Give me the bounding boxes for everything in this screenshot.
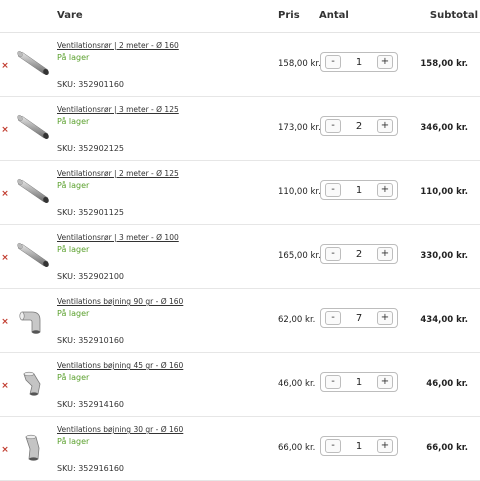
quantity-stepper: - + xyxy=(320,52,398,72)
cart-row: × Ventilationsrør | 3 meter - Ø 125 På l… xyxy=(0,96,480,161)
line-subtotal: 66,00 kr. xyxy=(426,443,468,453)
quantity-increase-button[interactable]: + xyxy=(377,183,393,197)
line-subtotal: 330,00 kr. xyxy=(420,251,468,261)
product-sku: SKU: 352901125 xyxy=(57,208,125,217)
stock-status: På lager xyxy=(57,53,90,62)
remove-item-icon[interactable]: × xyxy=(1,318,9,327)
line-subtotal: 346,00 kr. xyxy=(420,123,468,133)
unit-price: 110,00 kr. xyxy=(278,187,321,197)
unit-price: 46,00 kr. xyxy=(278,379,316,389)
line-subtotal: 434,00 kr. xyxy=(420,315,468,325)
column-header-vare: Vare xyxy=(57,10,83,21)
quantity-decrease-button[interactable]: - xyxy=(325,247,341,261)
product-name-link[interactable]: Ventilationsrør | 3 meter - Ø 100 xyxy=(57,233,179,242)
quantity-increase-button[interactable]: + xyxy=(377,247,393,261)
unit-price: 158,00 kr. xyxy=(278,59,321,69)
quantity-increase-button[interactable]: + xyxy=(377,55,393,69)
quantity-input[interactable] xyxy=(345,119,373,133)
remove-item-icon[interactable]: × xyxy=(1,446,9,455)
stock-status: På lager xyxy=(57,309,90,318)
quantity-increase-button[interactable]: + xyxy=(377,311,393,325)
pipe-icon xyxy=(14,238,50,274)
quantity-input[interactable] xyxy=(345,55,373,69)
line-subtotal: 46,00 kr. xyxy=(426,379,468,389)
quantity-stepper: - + xyxy=(320,180,398,200)
pipe-icon xyxy=(14,110,50,146)
unit-price: 62,00 kr. xyxy=(278,315,316,325)
cart-row: × Ventilationsrør | 2 meter - Ø 125 På l… xyxy=(0,160,480,225)
quantity-stepper: - + xyxy=(320,436,398,456)
elbow-90-icon xyxy=(14,302,50,338)
product-name-link[interactable]: Ventilations bøjning 30 gr - Ø 160 xyxy=(57,425,183,434)
remove-item-icon[interactable]: × xyxy=(1,190,9,199)
quantity-stepper: - + xyxy=(320,308,398,328)
column-header-antal: Antal xyxy=(319,10,349,21)
unit-price: 165,00 kr. xyxy=(278,251,321,261)
elbow-30-icon xyxy=(14,430,50,466)
product-name-link[interactable]: Ventilationsrør | 3 meter - Ø 125 xyxy=(57,105,179,114)
pipe-icon xyxy=(14,46,50,82)
quantity-stepper: - + xyxy=(320,244,398,264)
quantity-increase-button[interactable]: + xyxy=(377,439,393,453)
cart-row: × Ventilationsrør | 3 meter - Ø 100 På l… xyxy=(0,224,480,289)
product-sku: SKU: 352914160 xyxy=(57,400,125,409)
quantity-decrease-button[interactable]: - xyxy=(325,119,341,133)
product-sku: SKU: 352910160 xyxy=(57,336,125,345)
quantity-decrease-button[interactable]: - xyxy=(325,55,341,69)
stock-status: På lager xyxy=(57,181,90,190)
quantity-input[interactable] xyxy=(345,375,373,389)
product-name-link[interactable]: Ventilationsrør | 2 meter - Ø 125 xyxy=(57,169,179,178)
quantity-increase-button[interactable]: + xyxy=(377,119,393,133)
quantity-decrease-button[interactable]: - xyxy=(325,183,341,197)
stock-status: På lager xyxy=(57,373,90,382)
line-subtotal: 110,00 kr. xyxy=(420,187,468,197)
column-header-subtotal: Subtotal xyxy=(429,10,478,21)
quantity-stepper: - + xyxy=(320,116,398,136)
quantity-stepper: - + xyxy=(320,372,398,392)
quantity-increase-button[interactable]: + xyxy=(377,375,393,389)
cart-row: × Ventilationsrør | 2 meter - Ø 160 På l… xyxy=(0,32,480,97)
product-name-link[interactable]: Ventilations bøjning 90 gr - Ø 160 xyxy=(57,297,183,306)
cart-row: × Ventilations bøjning 90 gr - Ø 160 På … xyxy=(0,288,480,353)
remove-item-icon[interactable]: × xyxy=(1,126,9,135)
stock-status: På lager xyxy=(57,117,90,126)
unit-price: 66,00 kr. xyxy=(278,443,316,453)
quantity-input[interactable] xyxy=(345,183,373,197)
quantity-decrease-button[interactable]: - xyxy=(325,439,341,453)
stock-status: På lager xyxy=(57,245,90,254)
product-sku: SKU: 352901160 xyxy=(57,80,125,89)
remove-item-icon[interactable]: × xyxy=(1,62,9,71)
cart-row: × Ventilations bøjning 30 gr - Ø 160 På … xyxy=(0,416,480,481)
product-sku: SKU: 352902125 xyxy=(57,144,125,153)
unit-price: 173,00 kr. xyxy=(278,123,321,133)
stock-status: På lager xyxy=(57,437,90,446)
remove-item-icon[interactable]: × xyxy=(1,254,9,263)
elbow-45-icon xyxy=(14,366,50,402)
cart-table-header: Vare Pris Antal Subtotal xyxy=(0,0,480,33)
quantity-input[interactable] xyxy=(345,439,373,453)
product-sku: SKU: 352916160 xyxy=(57,464,125,473)
quantity-decrease-button[interactable]: - xyxy=(325,375,341,389)
quantity-input[interactable] xyxy=(345,247,373,261)
pipe-icon xyxy=(14,174,50,210)
product-sku: SKU: 352902100 xyxy=(57,272,125,281)
product-name-link[interactable]: Ventilations bøjning 45 gr - Ø 160 xyxy=(57,361,183,370)
line-subtotal: 158,00 kr. xyxy=(420,59,468,69)
remove-item-icon[interactable]: × xyxy=(1,382,9,391)
column-header-pris: Pris xyxy=(278,10,300,21)
cart-row: × Ventilations bøjning 45 gr - Ø 160 På … xyxy=(0,352,480,417)
quantity-decrease-button[interactable]: - xyxy=(325,311,341,325)
product-name-link[interactable]: Ventilationsrør | 2 meter - Ø 160 xyxy=(57,41,179,50)
quantity-input[interactable] xyxy=(345,311,373,325)
